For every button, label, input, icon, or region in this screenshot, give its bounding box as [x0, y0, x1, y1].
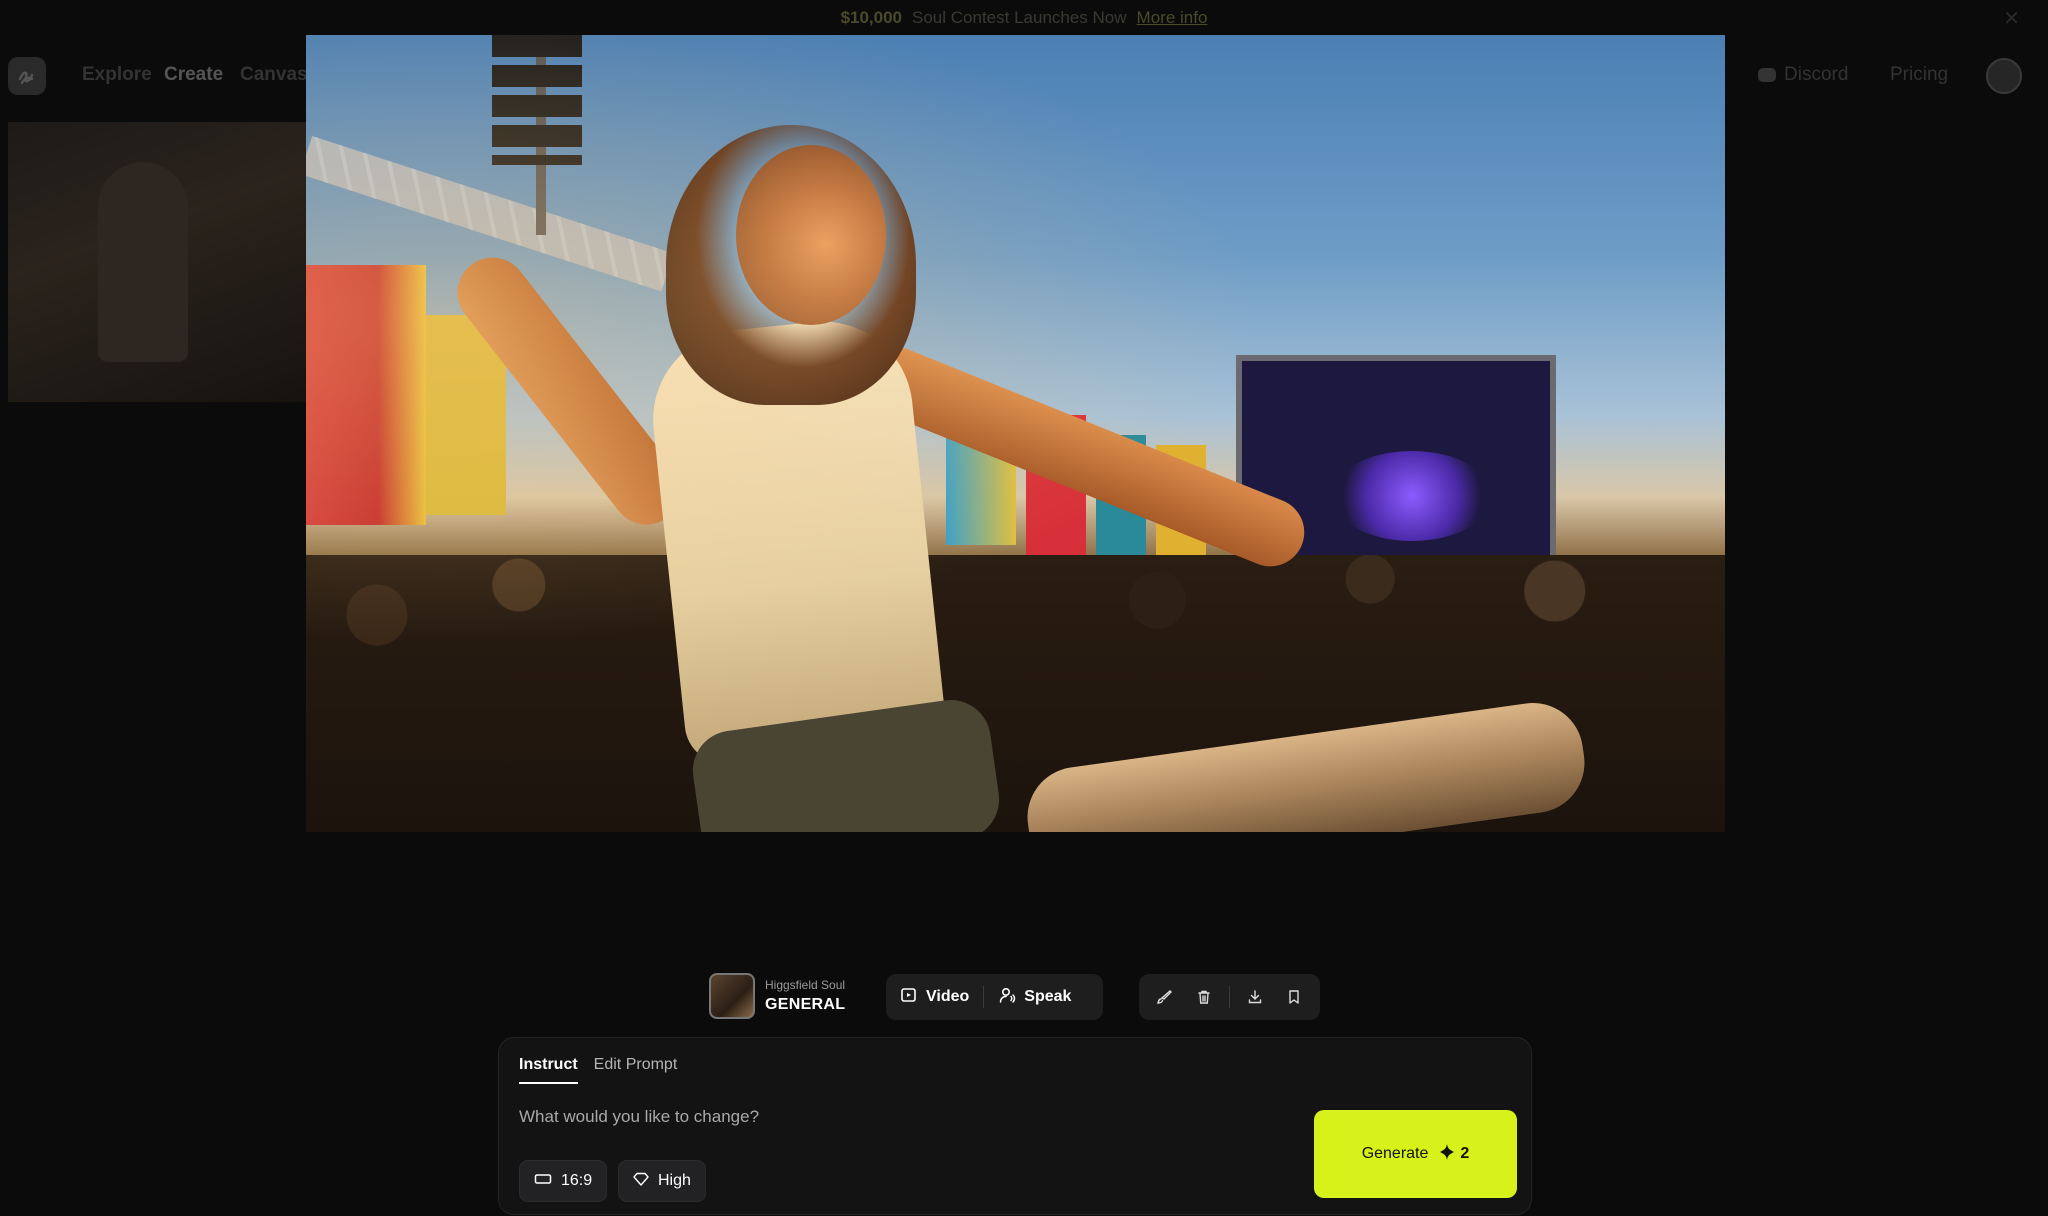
aspect-ratio-value: 16:9: [561, 1172, 593, 1189]
banner-amount: $10,000: [840, 8, 903, 27]
speak-button[interactable]: Speak: [998, 986, 1071, 1009]
banner-close-icon[interactable]: ✕: [2003, 6, 2020, 31]
video-button[interactable]: Video: [900, 986, 969, 1009]
generate-cost: 2: [1438, 1143, 1469, 1166]
video-label: Video: [926, 988, 970, 1005]
aspect-ratio-button[interactable]: 16:9: [519, 1160, 608, 1202]
discord-icon: [1758, 67, 1776, 82]
nav-create[interactable]: Create: [164, 64, 223, 86]
quality-button[interactable]: High: [618, 1160, 706, 1202]
app-logo-icon[interactable]: [8, 57, 46, 95]
promo-banner: $10,000 Soul Contest Launches Now More i…: [0, 0, 2048, 36]
generate-button[interactable]: Generate 2: [1314, 1110, 1517, 1198]
speak-label: Speak: [1024, 988, 1072, 1005]
tab-edit-prompt[interactable]: Edit Prompt: [594, 1056, 678, 1084]
video-icon: [900, 986, 918, 1009]
media-actions: Video Speak: [886, 974, 1103, 1020]
aspect-ratio-icon: [534, 1172, 552, 1191]
pricing-link[interactable]: Pricing: [1890, 64, 1948, 86]
divider: [983, 986, 985, 1008]
background-thumbnail: [8, 122, 308, 402]
edit-panel: Instruct Edit Prompt 16:9 High Generate …: [498, 1037, 1532, 1215]
user-avatar[interactable]: [1986, 58, 2022, 94]
download-icon[interactable]: [1241, 983, 1269, 1011]
tab-instruct[interactable]: Instruct: [519, 1056, 578, 1084]
diamond-icon: [633, 1171, 649, 1192]
model-selector[interactable]: Higgsfield Soul GENERAL: [709, 973, 845, 1019]
bookmark-icon[interactable]: [1280, 983, 1308, 1011]
model-subtitle: Higgsfield Soul: [765, 978, 846, 992]
banner-text: Soul Contest Launches Now: [912, 8, 1127, 27]
nav-canvas[interactable]: Canvas: [240, 64, 308, 86]
panel-tabs: Instruct Edit Prompt: [519, 1056, 677, 1084]
generate-label: Generate: [1361, 1145, 1429, 1162]
brush-icon[interactable]: [1151, 983, 1179, 1011]
speak-icon: [998, 986, 1016, 1009]
sparkle-icon: [1438, 1143, 1456, 1166]
model-name: GENERAL: [765, 996, 846, 1013]
divider: [1229, 986, 1230, 1008]
quality-value: High: [658, 1172, 691, 1189]
nav-explore[interactable]: Explore: [82, 64, 152, 86]
generated-image: [306, 35, 1725, 832]
trash-icon[interactable]: [1190, 983, 1218, 1011]
model-thumbnail: [709, 973, 755, 1019]
discord-link[interactable]: Discord: [1758, 64, 1848, 86]
image-tools: [1139, 974, 1320, 1020]
discord-label: Discord: [1784, 64, 1849, 85]
cost-value: 2: [1460, 1145, 1470, 1162]
banner-more-info-link[interactable]: More info: [1137, 8, 1208, 28]
instruction-input[interactable]: [519, 1102, 1299, 1132]
